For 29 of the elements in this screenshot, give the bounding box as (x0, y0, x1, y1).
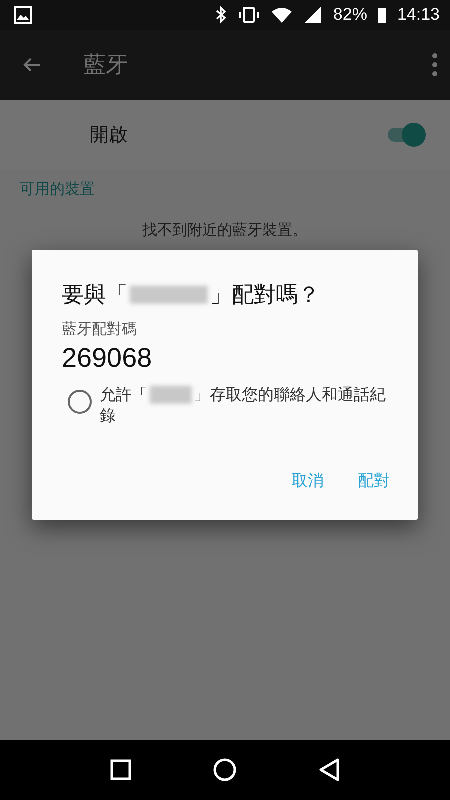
option-text: 錄 (100, 405, 116, 426)
dialog-title: 要與「 (62, 282, 128, 310)
dialog-button[interactable]: 配對 (344, 465, 404, 498)
toolbar-title: 藍牙 (84, 52, 128, 80)
redacted-name (150, 386, 192, 404)
battery-percentage: 82% (333, 5, 368, 25)
bluetooth-switch[interactable] (386, 123, 426, 147)
bluetooth-icon (215, 6, 228, 24)
allow-access-radio[interactable] (68, 390, 92, 414)
dialog-button[interactable]: 取消 (278, 465, 338, 498)
home-icon[interactable] (212, 758, 237, 782)
clock: 14:13 (397, 5, 440, 25)
back-arrow-icon (22, 56, 42, 74)
more-options-icon[interactable] (432, 53, 438, 77)
back-icon[interactable] (318, 758, 340, 782)
switch-label: 開啟 (90, 123, 129, 148)
dialog-title: 」配對嗎？ (210, 282, 320, 310)
image-icon (14, 6, 32, 24)
pairing-code: 269068 (62, 343, 154, 374)
code-label: 藍牙配對碼 (62, 320, 138, 339)
option-text: 允許「 (100, 384, 148, 405)
empty-message: 找不到附近的藍牙裝置。 (142, 220, 308, 241)
signal-icon (303, 6, 324, 24)
section-header: 可用的裝置 (19, 179, 96, 200)
wifi-icon (271, 6, 294, 24)
option-text: 」存取您的聯絡人和通話紀 (194, 384, 386, 405)
vibrate-icon (237, 6, 262, 24)
recents-icon[interactable] (110, 759, 132, 781)
battery-icon (377, 6, 388, 24)
